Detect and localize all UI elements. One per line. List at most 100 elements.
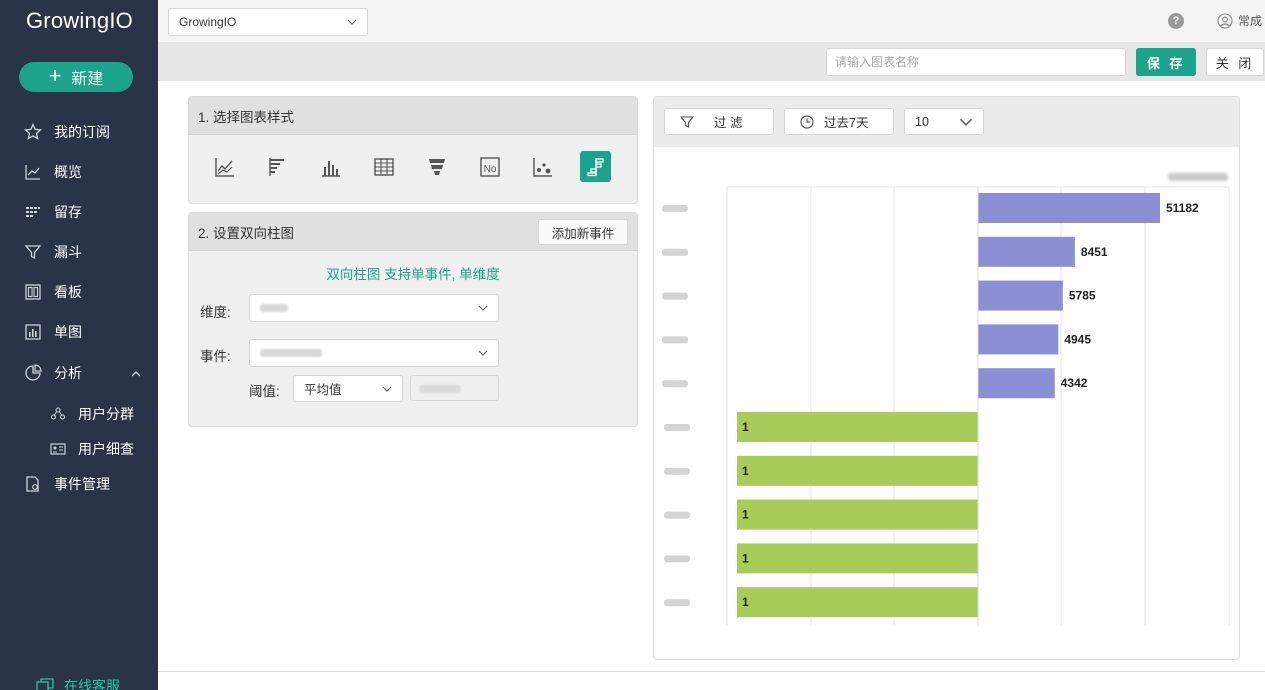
threshold-input[interactable] xyxy=(410,375,499,401)
bar-positive[interactable] xyxy=(978,280,1063,311)
category-label-blurred xyxy=(662,380,688,388)
threshold-select[interactable]: 平均值 xyxy=(293,375,403,402)
data-label: 1 xyxy=(742,595,749,609)
new-button[interactable]: + 新建 xyxy=(19,62,133,92)
user-group-icon xyxy=(50,407,66,420)
nav-label-overview: 概览 xyxy=(54,164,82,180)
nav-item-analysis[interactable]: 分析 xyxy=(24,363,82,383)
nav-label-subscriptions: 我的订阅 xyxy=(54,124,110,140)
nav-item-event-management[interactable]: 事件管理 xyxy=(24,474,110,494)
nav-label-event-management: 事件管理 xyxy=(54,476,110,492)
funnel-chart-icon xyxy=(428,158,445,175)
project-select[interactable]: GrowingIO xyxy=(168,8,368,36)
data-label: 51182 xyxy=(1166,201,1199,215)
chart-type-vertical-bar[interactable] xyxy=(315,151,346,182)
bar-positive[interactable] xyxy=(978,324,1059,355)
bar-negative[interactable] xyxy=(737,587,978,618)
id-card-icon xyxy=(50,443,66,455)
nav-sub-user-detail[interactable]: 用户细查 xyxy=(50,439,134,459)
bar-positive[interactable] xyxy=(978,236,1075,267)
nav-item-retention[interactable]: 留存 xyxy=(24,202,82,222)
event-label: 事件: xyxy=(200,349,231,364)
online-service-label: 在线客服 xyxy=(64,678,120,690)
logo[interactable]: GrowingIO xyxy=(26,8,133,34)
bar-negative[interactable] xyxy=(737,412,978,442)
chart-type-line[interactable] xyxy=(209,151,240,182)
user-avatar-icon xyxy=(1217,12,1233,29)
threshold-select-value: 平均值 xyxy=(304,383,342,397)
bidirectional-bar-chart: 51182 8451 5785 4945 4342 1 1 1 1 1 xyxy=(662,186,1230,625)
category-label-blurred xyxy=(662,248,688,256)
event-select[interactable] xyxy=(249,339,499,367)
table-icon xyxy=(373,157,394,176)
bar-chart-icon xyxy=(25,324,41,340)
sidebar: GrowingIO + 新建 我的订阅 概览 留存 漏斗 看板 单图 分析 用户… xyxy=(0,0,158,690)
vertical-bar-icon xyxy=(321,160,340,177)
category-label-blurred xyxy=(662,292,688,300)
category-label-blurred xyxy=(662,205,688,212)
chart-type-scatter[interactable] xyxy=(527,151,558,182)
nav-label-dashboard: 看板 xyxy=(54,284,82,300)
chart-name-input[interactable] xyxy=(826,48,1126,76)
chart-settings-header: 2. 设置双向柱图 添加新事件 xyxy=(189,213,637,251)
category-label-blurred xyxy=(664,467,690,475)
chart-type-table[interactable] xyxy=(368,151,399,182)
online-service-link[interactable]: 在线客服 xyxy=(36,676,120,690)
retention-icon xyxy=(26,207,40,217)
settings-hint: 双向柱图 支持单事件, 单维度 xyxy=(326,267,500,282)
category-label-blurred xyxy=(664,424,690,431)
chart-type-panel-title: 1. 选择图表样式 xyxy=(189,97,637,135)
help-icon[interactable]: ? xyxy=(1168,13,1184,29)
star-icon xyxy=(24,123,42,140)
dimension-select-value xyxy=(260,304,288,312)
chart-preview-panel: 过 滤 过去7天 10 51182 8451 5785 4945 4342 1 1 1 1 1 xyxy=(653,96,1240,660)
dimension-select[interactable] xyxy=(249,294,499,322)
chevron-down-icon xyxy=(347,19,357,25)
chart-type-horizontal-bar[interactable] xyxy=(262,151,293,182)
chevron-down-icon xyxy=(478,305,488,311)
category-label-blurred xyxy=(662,336,688,344)
line-chart-icon xyxy=(214,157,234,177)
bar-negative[interactable] xyxy=(737,499,978,530)
data-label: 1 xyxy=(742,551,749,565)
nav-item-funnel[interactable]: 漏斗 xyxy=(24,242,82,262)
document-settings-icon xyxy=(26,476,39,492)
nav-item-single-chart[interactable]: 单图 xyxy=(24,322,82,342)
chevron-down-icon xyxy=(478,350,488,356)
bidirectional-bar-icon xyxy=(586,157,604,176)
bar-positive[interactable] xyxy=(978,193,1160,223)
data-label: 8451 xyxy=(1081,245,1108,259)
chevron-down-icon xyxy=(382,386,392,392)
category-label-blurred xyxy=(664,599,690,607)
chart-type-bidirectional-bar[interactable] xyxy=(580,151,611,182)
chart-type-number[interactable]: No xyxy=(474,151,505,182)
bar-negative[interactable] xyxy=(737,543,978,574)
scatter-icon xyxy=(532,157,552,177)
plus-icon: + xyxy=(48,63,62,88)
add-event-button[interactable]: 添加新事件 xyxy=(538,219,628,245)
nav-item-subscriptions[interactable]: 我的订阅 xyxy=(24,122,110,142)
project-select-value: GrowingIO xyxy=(179,15,237,29)
data-label: 5785 xyxy=(1069,289,1096,303)
data-label: 4945 xyxy=(1064,332,1091,346)
chevron-up-icon[interactable] xyxy=(130,368,142,380)
nav-label-analysis: 分析 xyxy=(54,365,82,381)
bar-positive[interactable] xyxy=(978,368,1055,399)
user-name: 常成 xyxy=(1238,14,1263,28)
nav-sub-label-user-detail: 用户细查 xyxy=(78,441,134,457)
close-button[interactable]: 关 闭 xyxy=(1206,48,1264,76)
data-label: 1 xyxy=(742,420,749,434)
event-select-value xyxy=(260,349,322,357)
number-icon: No xyxy=(479,156,500,177)
top-bar: GrowingIO ? 常成 xyxy=(158,0,1265,42)
user-menu[interactable]: 常成 xyxy=(1217,12,1262,29)
chart-name-bar: 保 存 关 闭 xyxy=(158,42,1265,81)
nav-sub-user-segment[interactable]: 用户分群 xyxy=(50,404,134,424)
nav-item-overview[interactable]: 概览 xyxy=(24,162,82,182)
chart-type-funnel[interactable] xyxy=(421,151,452,182)
bar-negative[interactable] xyxy=(737,455,978,486)
svg-text:No: No xyxy=(483,164,496,175)
nav-item-dashboard[interactable]: 看板 xyxy=(24,282,82,302)
data-label: 1 xyxy=(742,508,749,522)
save-button[interactable]: 保 存 xyxy=(1136,48,1196,76)
